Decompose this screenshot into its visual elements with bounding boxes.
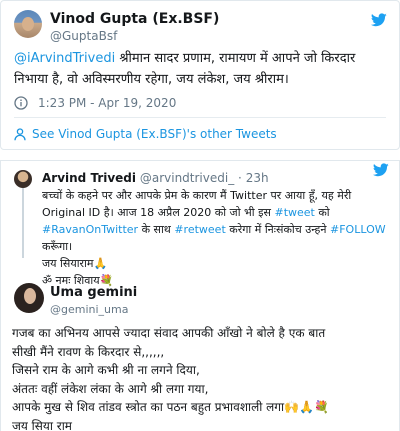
divider [14, 117, 386, 118]
text-line: Original ID है। आज 18 अप्रैल 2020 को जो … [42, 204, 392, 221]
tweet-time[interactable]: 23h [246, 171, 269, 185]
tweet-timestamp[interactable]: 1:23 PM - Apr 19, 2020 [38, 96, 176, 110]
thread-line [22, 178, 24, 258]
avatar[interactable] [14, 10, 42, 38]
avatar[interactable] [14, 170, 32, 188]
text-segment: करेगा में निःसंकोच उन्हने [225, 223, 330, 236]
tweet-text: @iArvindTrivedi श्रीमान सादर प्रणाम, राम… [14, 48, 389, 90]
text-line: बच्चों के कहने पर और आपके प्रेम के कारण … [42, 189, 352, 202]
quoted-tweet-header: Arvind Trivedi @arvindtrivedi_ · 23h [42, 171, 269, 185]
mention-link[interactable]: @iArvindTrivedi [14, 51, 115, 66]
avatar[interactable] [14, 283, 44, 313]
hashtag-link[interactable]: #retweet [174, 223, 225, 236]
author-name[interactable]: Arvind Trivedi [42, 171, 136, 185]
person-icon [14, 127, 26, 141]
text-segment: Original ID है। आज 18 अप्रैल 2020 को जो … [42, 206, 275, 219]
info-icon[interactable] [14, 96, 28, 110]
text-line: जिसने राम के आगे कभी श्री ना लगने दिया, [12, 363, 200, 377]
text-line: जय सियाराम🙏 [42, 257, 108, 270]
text-line: गजब का अभिनय आपसे ज्यादा संवाद आपकी आँखो… [12, 326, 326, 340]
text-line: आपके मुख से शिव तांडव स्त्रोत का पठन बहु… [12, 400, 329, 414]
twitter-bird-icon[interactable] [371, 13, 387, 27]
hashtag-link[interactable]: #tweet [274, 206, 314, 219]
text-line: अंततः वहीं लंकेश लंका के आगे श्री लगा गय… [12, 381, 209, 396]
quoted-tweet-text: बच्चों के कहने पर और आपके प्रेम के कारण … [42, 187, 392, 289]
text-line: #RavanOnTwitter के साथ #retweet करेगा मे… [42, 221, 392, 238]
author-handle[interactable]: @arvindtrivedi_ [140, 171, 234, 185]
author-name[interactable]: Uma gemini [50, 285, 137, 300]
see-more-tweets-link[interactable]: See Vinod Gupta (Ex.BSF)'s other Tweets [14, 126, 277, 142]
see-more-label[interactable]: See Vinod Gupta (Ex.BSF)'s other Tweets [32, 127, 277, 141]
text-line: करूँगा। [42, 240, 73, 253]
reply-text: गजब का अभिनय आपसे ज्यादा संवाद आपकी आँखो… [12, 324, 396, 431]
twitter-bird-icon[interactable] [373, 163, 389, 177]
text-line: जय सिया राम [12, 418, 72, 431]
author-handle[interactable]: @gemini_uma [50, 303, 128, 316]
author-name[interactable]: Vinod Gupta (Ex.BSF) [50, 11, 219, 27]
author-handle[interactable]: @GuptaBsf [50, 29, 117, 43]
text-line: सीखी मैंने रावण के किरदार से,,,,,, [12, 344, 165, 359]
hashtag-link[interactable]: #RavanOnTwitter [42, 223, 138, 236]
text-segment: को [314, 206, 330, 219]
tweet-meta: 1:23 PM - Apr 19, 2020 [14, 95, 176, 111]
text-segment: के साथ [138, 223, 175, 236]
hashtag-link[interactable]: #FOLLOW [330, 223, 386, 236]
